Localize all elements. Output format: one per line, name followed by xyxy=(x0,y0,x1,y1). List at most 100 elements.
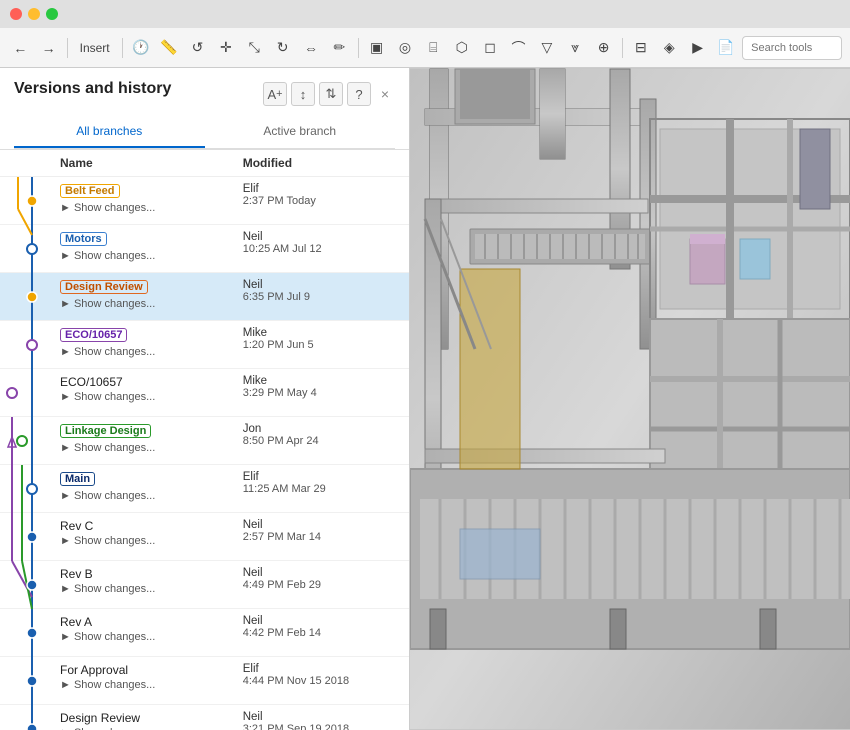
tool-render[interactable]: ◈ xyxy=(657,34,681,62)
tool-measure[interactable]: 📏 xyxy=(157,34,181,62)
tool-animation[interactable]: ▶ xyxy=(685,34,709,62)
tool-combine[interactable]: ⊕ xyxy=(591,34,615,62)
version-modified-col: Neil6:35 PM Jul 9 xyxy=(243,279,395,310)
tool-drawing[interactable]: 📄 xyxy=(714,34,738,62)
version-plain-name: Rev A xyxy=(60,615,243,629)
insert-button[interactable]: Insert xyxy=(74,34,116,62)
version-author: Elif xyxy=(243,471,395,483)
show-changes-link[interactable]: ► Show changes... xyxy=(60,631,243,643)
version-info: Main ► Show changes...Elif11:25 AM Mar 29 xyxy=(60,471,395,502)
version-row[interactable]: Rev B ► Show changes...Neil4:49 PM Feb 29 xyxy=(0,561,409,609)
version-row[interactable]: Design Review► Show changes...Neil3:21 P… xyxy=(0,705,409,730)
tool-history[interactable]: 🕐 xyxy=(129,34,153,62)
show-changes-link[interactable]: ► Show changes... xyxy=(60,202,243,214)
show-changes-link[interactable]: ► Show changes... xyxy=(60,490,243,502)
version-name-col: Design Review► Show changes... xyxy=(60,279,243,310)
show-changes-link[interactable]: ► Show changes... xyxy=(60,679,243,691)
tool-mirror[interactable]: ⇔ xyxy=(299,34,323,62)
version-info: Belt Feed► Show changes...Elif2:37 PM To… xyxy=(60,183,395,214)
version-row[interactable]: Motors ► Show changes...Neil10:25 AM Jul … xyxy=(0,225,409,273)
version-row[interactable]: ECO/10657► Show changes...Mike1:20 PM Ju… xyxy=(0,321,409,369)
version-date: 4:42 PM Feb 14 xyxy=(243,627,395,639)
version-info: For Approval► Show changes...Elif4:44 PM… xyxy=(60,663,395,691)
tool-fillet[interactable]: ⌒ xyxy=(506,34,530,62)
show-changes-link[interactable]: ► Show changes... xyxy=(60,442,243,454)
version-plain-name: Rev C xyxy=(60,519,243,533)
show-changes-link[interactable]: ► Show changes... xyxy=(60,583,243,595)
branch-indicator xyxy=(14,663,60,671)
cad-viewport[interactable] xyxy=(410,68,850,730)
close-window-button[interactable] xyxy=(10,8,22,20)
version-row[interactable]: Belt Feed► Show changes...Elif2:37 PM To… xyxy=(0,177,409,225)
version-author: Elif xyxy=(243,183,395,195)
show-changes-link[interactable]: ► Show changes... xyxy=(60,250,243,262)
version-row[interactable]: ECO/10657► Show changes...Mike3:29 PM Ma… xyxy=(0,369,409,417)
tool-extrude[interactable]: ▣ xyxy=(364,34,388,62)
branch-indicator xyxy=(14,231,60,239)
version-tag: Motors xyxy=(60,232,107,246)
version-name-col: Motors ► Show changes... xyxy=(60,231,243,262)
version-date: 10:25 AM Jul 12 xyxy=(243,243,395,255)
version-info: Design Review► Show changes...Neil6:35 P… xyxy=(60,279,395,310)
maximize-window-button[interactable] xyxy=(46,8,58,20)
version-plain-name: Rev B xyxy=(60,567,243,581)
version-name-col: Linkage Design► Show changes... xyxy=(60,423,243,454)
version-row[interactable]: Main ► Show changes...Elif11:25 AM Mar 29 xyxy=(0,465,409,513)
tool-orbit[interactable]: ↺ xyxy=(185,34,209,62)
version-modified-col: Neil10:25 AM Jul 12 xyxy=(243,231,395,262)
tool-shell[interactable]: ◻ xyxy=(478,34,502,62)
version-modified-col: Neil4:49 PM Feb 29 xyxy=(243,567,395,595)
show-changes-link[interactable]: ► Show changes... xyxy=(60,391,243,403)
panel-close-button[interactable]: × xyxy=(375,84,395,104)
panel-header: Versions and history A+ ↕ ⇅ ? × All bran… xyxy=(0,68,409,150)
minimize-window-button[interactable] xyxy=(28,8,40,20)
back-button[interactable]: ← xyxy=(8,34,32,62)
search-input[interactable] xyxy=(742,36,842,60)
tool-revolve[interactable]: ◎ xyxy=(393,34,417,62)
version-date: 6:35 PM Jul 9 xyxy=(243,291,395,303)
branch-indicator xyxy=(14,183,60,191)
add-branch-button[interactable]: A+ xyxy=(263,82,287,106)
tool-pattern[interactable]: ⩔ xyxy=(563,34,587,62)
forward-button[interactable]: → xyxy=(36,34,60,62)
version-modified-col: Jon8:50 PM Apr 24 xyxy=(243,423,395,454)
tab-all-branches[interactable]: All branches xyxy=(14,116,205,148)
show-changes-link[interactable]: ► Show changes... xyxy=(60,298,243,310)
version-row[interactable]: Rev A► Show changes...Neil4:42 PM Feb 14 xyxy=(0,609,409,657)
branch-indicator xyxy=(14,375,60,383)
table-header: Name Modified xyxy=(0,150,409,177)
version-author: Neil xyxy=(243,567,395,579)
version-row[interactable]: Design Review► Show changes...Neil6:35 P… xyxy=(0,273,409,321)
tool-section[interactable]: ⊟ xyxy=(629,34,653,62)
tool-rotate[interactable]: ↻ xyxy=(270,34,294,62)
version-date: 4:49 PM Feb 29 xyxy=(243,579,395,591)
version-plain-name: For Approval xyxy=(60,663,243,677)
tool-loft[interactable]: ⬡ xyxy=(450,34,474,62)
version-author: Neil xyxy=(243,279,395,291)
version-name-col: ECO/10657► Show changes... xyxy=(60,375,243,403)
version-name-col: Design Review► Show changes... xyxy=(60,711,243,730)
version-row[interactable]: For Approval► Show changes...Elif4:44 PM… xyxy=(0,657,409,705)
version-modified-col: Elif11:25 AM Mar 29 xyxy=(243,471,395,502)
branch-tabs: All branches Active branch xyxy=(14,116,395,149)
sort-button[interactable]: ↕ xyxy=(291,82,315,106)
tool-sweep[interactable]: ⌸ xyxy=(421,34,445,62)
branch-toggle-button[interactable]: ⇅ xyxy=(319,82,343,106)
tool-scale[interactable]: ⤡ xyxy=(242,34,266,62)
tool-sketch[interactable]: ✏ xyxy=(327,34,351,62)
version-author: Neil xyxy=(243,519,395,531)
show-changes-link[interactable]: ► Show changes... xyxy=(60,346,243,358)
version-tag: Main xyxy=(60,472,95,486)
tool-move[interactable]: ✛ xyxy=(214,34,238,62)
version-name-col: For Approval ► Show changes... xyxy=(60,663,243,691)
versions-panel: Versions and history A+ ↕ ⇅ ? × All bran… xyxy=(0,68,410,730)
help-button[interactable]: ? xyxy=(347,82,371,106)
version-date: 3:29 PM May 4 xyxy=(243,387,395,399)
version-info: Motors ► Show changes...Neil10:25 AM Jul … xyxy=(60,231,395,262)
version-row[interactable]: Rev C► Show changes...Neil2:57 PM Mar 14 xyxy=(0,513,409,561)
tab-active-branch[interactable]: Active branch xyxy=(205,116,396,148)
show-changes-link[interactable]: ► Show changes... xyxy=(60,535,243,547)
version-name-col: Main ► Show changes... xyxy=(60,471,243,502)
version-row[interactable]: Linkage Design► Show changes...Jon8:50 P… xyxy=(0,417,409,465)
tool-chamfer[interactable]: ▽ xyxy=(535,34,559,62)
